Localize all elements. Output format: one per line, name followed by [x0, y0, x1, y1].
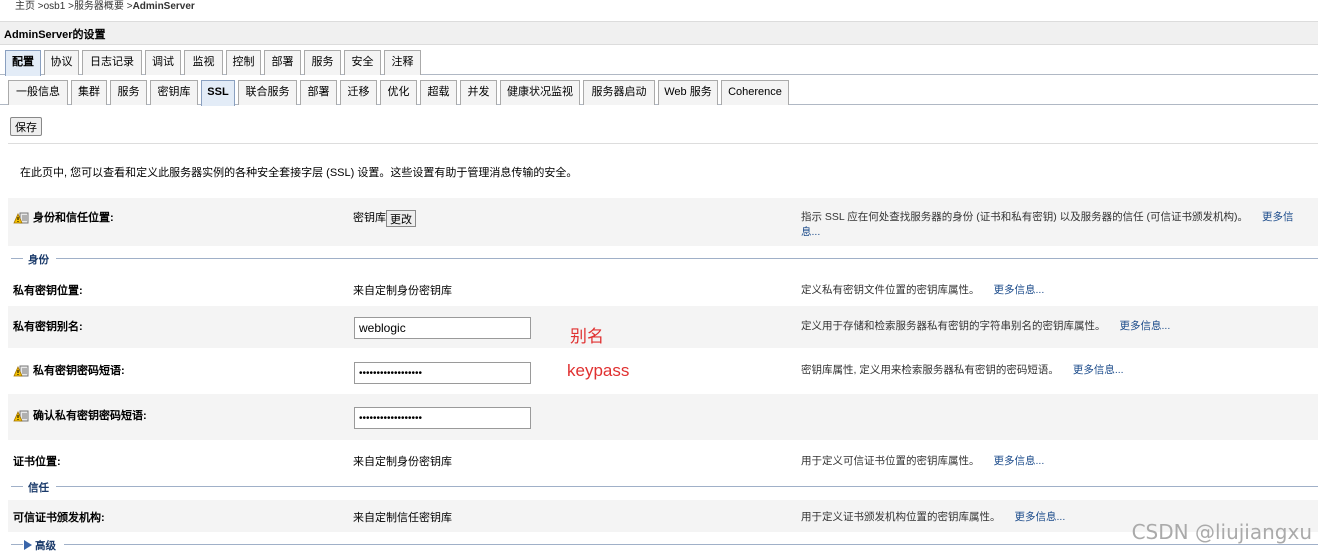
section-trust: 信任 — [8, 481, 1318, 494]
identity-trust-label: 身份和信任位置: — [33, 212, 114, 224]
subtab-overload[interactable]: 超载 — [420, 80, 457, 105]
identity-trust-value: 密钥库 更改 — [353, 209, 416, 227]
more-info-link[interactable]: 更多信 — [1262, 211, 1294, 223]
trusted-ca-label: 可信证书颁发机构: — [13, 512, 105, 524]
subtab-keystores[interactable]: 密钥库 — [150, 80, 198, 105]
annotation-keypass: keypass — [567, 361, 630, 380]
subtab-federation[interactable]: 联合服务 — [238, 80, 297, 105]
private-key-location-desc-text: 定义私有密钥文件位置的密钥库属性。 — [801, 284, 980, 296]
subtab-ssl[interactable]: SSL — [201, 80, 235, 106]
warning-icon — [13, 365, 29, 377]
breadcrumb-osb1[interactable]: osb1 — [44, 1, 66, 12]
section-rule — [56, 486, 1318, 487]
sub-tab-bar: 一般信息 集群 服务 密钥库 SSL 联合服务 部署 迁移 优化 超载 并发 健… — [0, 80, 1318, 106]
private-key-alias-row: 私有密钥别名: 定义用于存储和检索服务器私有密钥的字符串别名的密钥库属性。 更多信… — [8, 306, 1318, 348]
section-trust-title: 信任 — [28, 482, 49, 494]
private-key-passphrase-desc-text: 密钥库属性, 定义用来检索服务器私有密钥的密码短语。 — [801, 364, 1059, 376]
private-key-location-description: 定义私有密钥文件位置的密钥库属性。 更多信息... — [801, 282, 1044, 297]
private-key-location-row: 私有密钥位置: 来自定制身份密钥库 定义私有密钥文件位置的密钥库属性。 更多信息.… — [8, 274, 1318, 304]
tab-config[interactable]: 配置 — [5, 50, 41, 76]
confirm-passphrase-label: 确认私有密钥密码短语: — [33, 410, 147, 422]
private-key-location-value: 来自定制身份密钥库 — [353, 285, 452, 297]
private-key-alias-label: 私有密钥别名: — [13, 321, 83, 333]
more-info-link[interactable]: 更多信息... — [994, 455, 1045, 467]
tab-security[interactable]: 安全 — [344, 50, 381, 75]
private-key-alias-input[interactable] — [354, 317, 531, 339]
trusted-ca-desc-text: 用于定义证书颁发机构位置的密钥库属性。 — [801, 511, 1001, 523]
section-rule — [56, 258, 1318, 259]
breadcrumb-current: AdminServer — [132, 1, 195, 12]
subtab-coherence[interactable]: Coherence — [721, 80, 789, 105]
breadcrumb-server-summary[interactable]: 服务器概要 — [74, 1, 124, 12]
warning-icon — [13, 212, 29, 224]
section-rule — [64, 544, 1318, 545]
section-identity-title: 身份 — [28, 254, 49, 266]
subtab-cluster[interactable]: 集群 — [71, 80, 107, 105]
warning-icon — [13, 410, 29, 422]
identity-trust-description-cont: 息... — [801, 224, 820, 239]
tab-deployments[interactable]: 部署 — [264, 50, 301, 75]
more-info-link-cont[interactable]: 息... — [801, 226, 820, 238]
subtab-services[interactable]: 服务 — [110, 80, 147, 105]
more-info-link[interactable]: 更多信息... — [1073, 364, 1124, 376]
private-key-passphrase-description: 密钥库属性, 定义用来检索服务器私有密钥的密码短语。 更多信息... — [801, 362, 1124, 377]
identity-trust-value-text: 密钥库 — [353, 212, 386, 224]
subtab-deployment[interactable]: 部署 — [300, 80, 337, 105]
identity-trust-desc-text: 指示 SSL 应在何处查找服务器的身份 (证书和私有密钥) 以及服务器的信任 (… — [801, 211, 1249, 223]
certificate-location-value: 来自定制身份密钥库 — [353, 456, 452, 468]
private-key-location-label: 私有密钥位置: — [13, 285, 83, 297]
expand-triangle-icon[interactable] — [24, 540, 32, 550]
trusted-ca-row: 可信证书颁发机构: 来自定制信任密钥库 用于定义证书颁发机构位置的密钥库属性。 更… — [8, 500, 1318, 532]
tab-control[interactable]: 控制 — [226, 50, 261, 75]
section-rule — [11, 486, 23, 487]
section-rule — [11, 258, 23, 259]
breadcrumb-home[interactable]: 主页 — [15, 1, 35, 12]
identity-trust-description: 指示 SSL 应在何处查找服务器的身份 (证书和私有密钥) 以及服务器的信任 (… — [801, 209, 1294, 224]
trusted-ca-value: 来自定制信任密钥库 — [353, 512, 452, 524]
section-advanced-title[interactable]: 高级 — [35, 538, 56, 553]
section-identity: 身份 — [8, 253, 1318, 266]
breadcrumb: 主页 >osb1 >服务器概要 >AdminServer — [15, 0, 195, 14]
subtab-migration[interactable]: 迁移 — [340, 80, 377, 105]
tab-monitoring[interactable]: 监视 — [184, 50, 223, 75]
annotation-alias: 别名 — [570, 327, 604, 346]
section-rule — [11, 544, 23, 545]
tab-logging[interactable]: 日志记录 — [82, 50, 142, 75]
subtab-tuning[interactable]: 优化 — [380, 80, 417, 105]
divider — [8, 143, 1318, 144]
confirm-passphrase-row: 确认私有密钥密码短语: — [8, 394, 1318, 440]
private-key-alias-description: 定义用于存储和检索服务器私有密钥的字符串别名的密钥库属性。 更多信息... — [801, 318, 1170, 333]
more-info-link[interactable]: 更多信息... — [1120, 320, 1171, 332]
change-button[interactable]: 更改 — [386, 209, 416, 227]
watermark: CSDN @liujiangxu — [1131, 520, 1312, 544]
tab-services[interactable]: 服务 — [304, 50, 341, 75]
page-title: AdminServer的设置 — [4, 29, 106, 41]
subtab-health-monitoring[interactable]: 健康状况监视 — [500, 80, 580, 105]
tab-notes[interactable]: 注释 — [384, 50, 421, 75]
private-key-passphrase-label: 私有密钥密码短语: — [33, 365, 125, 377]
subtab-concurrency[interactable]: 并发 — [460, 80, 497, 105]
tab-protocols[interactable]: 协议 — [44, 50, 79, 75]
identity-trust-location-row: 身份和信任位置: 密钥库 更改 指示 SSL 应在何处查找服务器的身份 (证书和私… — [8, 198, 1318, 246]
subtab-general[interactable]: 一般信息 — [8, 80, 68, 105]
main-tab-bar: 配置 协议 日志记录 调试 监视 控制 部署 服务 安全 注释 — [0, 50, 1318, 76]
certificate-location-row: 证书位置: 来自定制身份密钥库 用于定义可信证书位置的密钥库属性。 更多信息... — [8, 444, 1318, 474]
subtab-server-start[interactable]: 服务器启动 — [583, 80, 655, 105]
tab-debug[interactable]: 调试 — [145, 50, 181, 75]
private-key-passphrase-input[interactable] — [354, 362, 531, 384]
page-intro: 在此页中, 您可以查看和定义此服务器实例的各种安全套接字层 (SSL) 设置。这… — [20, 167, 578, 179]
certificate-location-desc-text: 用于定义可信证书位置的密钥库属性。 — [801, 455, 980, 467]
private-key-alias-desc-text: 定义用于存储和检索服务器私有密钥的字符串别名的密钥库属性。 — [801, 320, 1106, 332]
title-bar: AdminServer的设置 — [0, 21, 1318, 45]
trusted-ca-description: 用于定义证书颁发机构位置的密钥库属性。 更多信息... — [801, 509, 1065, 524]
subtab-web-services[interactable]: Web 服务 — [658, 80, 718, 105]
private-key-passphrase-row: 私有密钥密码短语: 密钥库属性, 定义用来检索服务器私有密钥的密码短语。 更多信息… — [8, 350, 1318, 392]
section-advanced[interactable]: 高级 — [8, 538, 1318, 553]
confirm-passphrase-input[interactable] — [354, 407, 531, 429]
more-info-link[interactable]: 更多信息... — [1015, 511, 1066, 523]
more-info-link[interactable]: 更多信息... — [994, 284, 1045, 296]
save-button[interactable]: 保存 — [10, 117, 42, 136]
certificate-location-description: 用于定义可信证书位置的密钥库属性。 更多信息... — [801, 453, 1044, 468]
certificate-location-label: 证书位置: — [13, 456, 61, 468]
